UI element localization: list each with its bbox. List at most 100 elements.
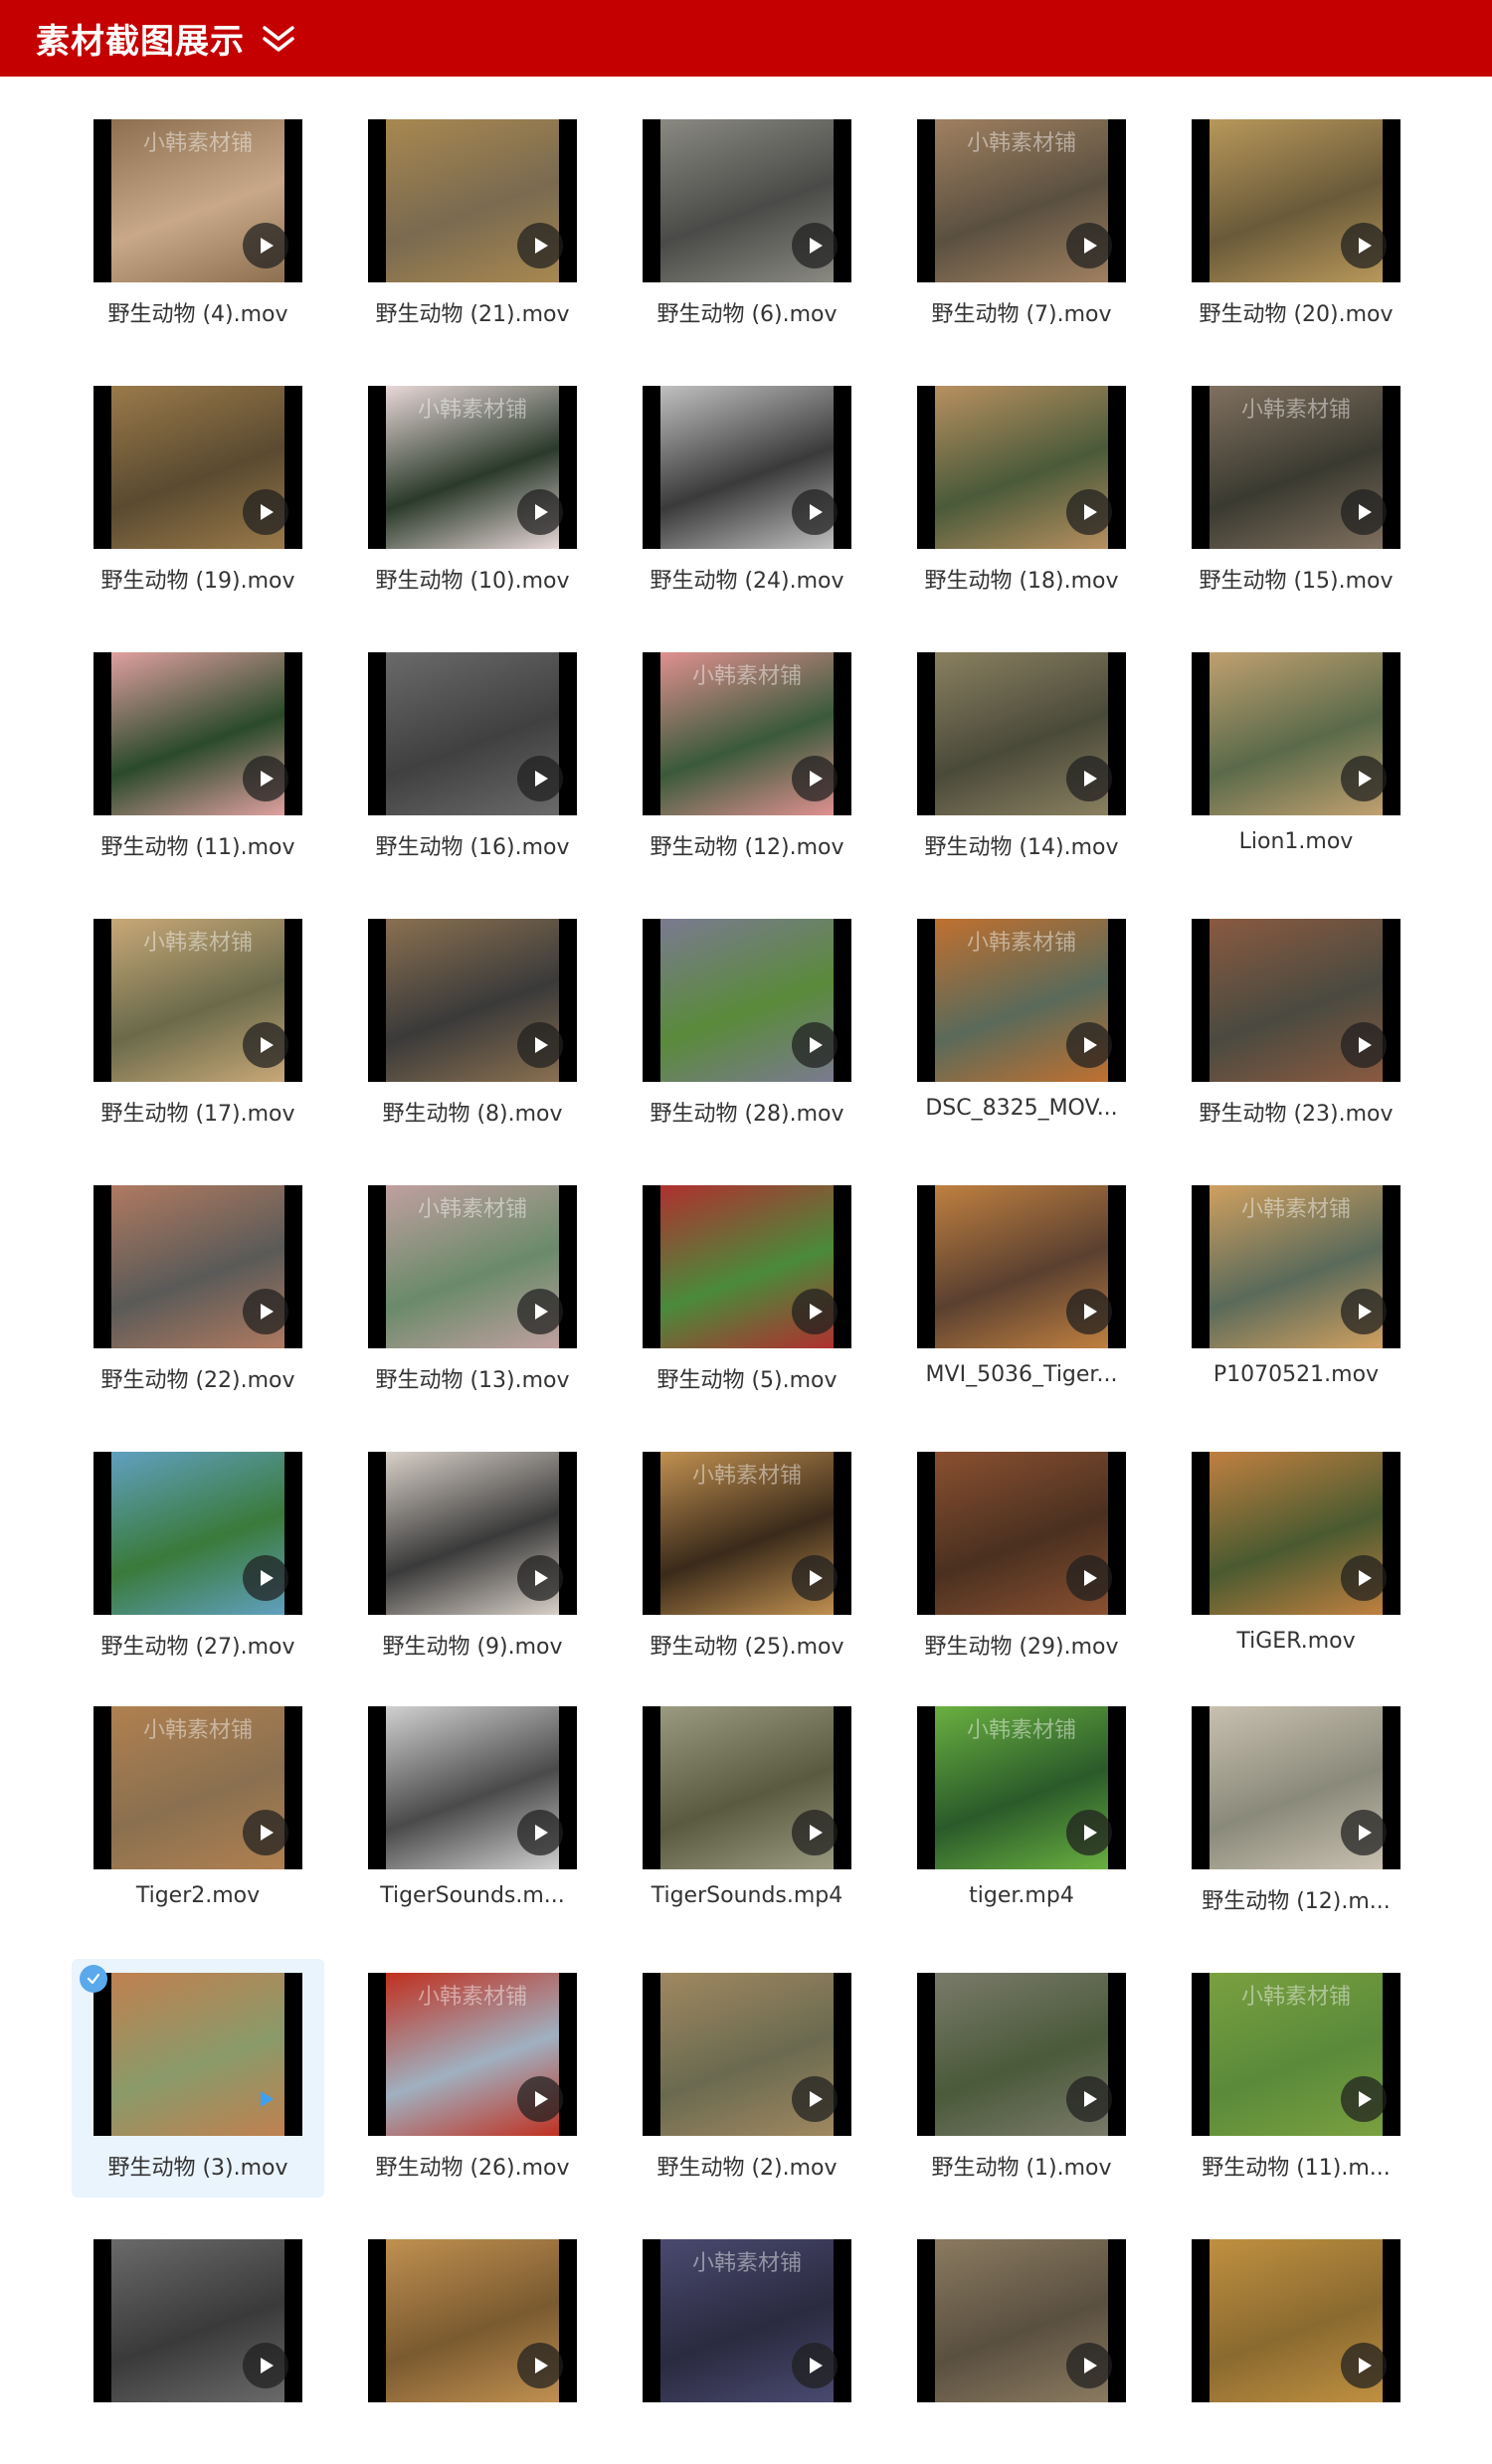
play-icon[interactable] <box>243 1555 288 1601</box>
play-icon[interactable] <box>517 756 563 801</box>
video-thumbnail[interactable] <box>1192 919 1400 1082</box>
media-item[interactable]: 小韩素材铺 P1070521.mov <box>1170 1185 1422 1410</box>
video-thumbnail[interactable] <box>93 1452 302 1615</box>
media-item[interactable]: 小韩素材铺 野生动物 (25).mov <box>621 1452 873 1676</box>
play-icon[interactable] <box>243 2343 288 2388</box>
play-icon[interactable] <box>1066 1022 1112 1068</box>
play-icon[interactable] <box>517 1810 563 1855</box>
video-thumbnail[interactable] <box>643 1973 851 2136</box>
play-icon[interactable] <box>1066 1555 1112 1601</box>
media-item[interactable] <box>72 2239 324 2464</box>
video-thumbnail[interactable]: 小韩素材铺 <box>93 1706 302 1869</box>
video-thumbnail[interactable] <box>368 119 577 282</box>
video-thumbnail[interactable] <box>93 1973 302 2136</box>
video-thumbnail[interactable] <box>1192 119 1400 282</box>
media-item[interactable]: 小韩素材铺 野生动物 (10).mov <box>346 386 599 611</box>
play-icon[interactable] <box>792 1810 838 1855</box>
media-item[interactable]: 小韩素材铺 野生动物 (4).mov <box>72 119 324 344</box>
play-icon[interactable] <box>792 756 838 801</box>
play-icon[interactable] <box>1341 489 1387 535</box>
video-thumbnail[interactable] <box>368 1452 577 1615</box>
video-thumbnail[interactable] <box>368 652 577 815</box>
media-item[interactable]: 野生动物 (23).mov <box>1170 919 1422 1144</box>
media-item[interactable]: 野生动物 (22).mov <box>72 1185 324 1410</box>
video-thumbnail[interactable]: 小韩素材铺 <box>917 119 1126 282</box>
play-icon[interactable] <box>517 1022 563 1068</box>
play-icon[interactable] <box>517 489 563 535</box>
media-item[interactable] <box>346 2239 599 2464</box>
media-item[interactable]: 野生动物 (29).mov <box>895 1452 1148 1676</box>
play-icon[interactable] <box>1066 489 1112 535</box>
media-item[interactable]: 小韩素材铺 <box>621 2239 873 2464</box>
video-thumbnail[interactable]: 小韩素材铺 <box>1192 1185 1400 1348</box>
video-thumbnail[interactable]: 小韩素材铺 <box>93 119 302 282</box>
play-icon[interactable] <box>792 1289 838 1334</box>
play-icon[interactable] <box>517 2343 563 2388</box>
video-thumbnail[interactable] <box>917 1973 1126 2136</box>
video-thumbnail[interactable] <box>643 1706 851 1869</box>
video-thumbnail[interactable] <box>643 119 851 282</box>
media-item[interactable]: 野生动物 (8).mov <box>346 919 599 1144</box>
play-icon[interactable] <box>1341 1289 1387 1334</box>
video-thumbnail[interactable] <box>917 2239 1126 2402</box>
media-item[interactable]: 野生动物 (12).m... <box>1170 1706 1422 1931</box>
play-icon[interactable] <box>1341 1810 1387 1855</box>
media-item[interactable]: 小韩素材铺 野生动物 (17).mov <box>72 919 324 1144</box>
video-thumbnail[interactable] <box>1192 1452 1400 1615</box>
play-icon[interactable] <box>1066 1810 1112 1855</box>
play-icon[interactable] <box>517 223 563 268</box>
video-thumbnail[interactable] <box>93 1185 302 1348</box>
video-thumbnail[interactable] <box>93 386 302 549</box>
play-icon[interactable] <box>1341 2076 1387 2122</box>
video-thumbnail[interactable] <box>917 652 1126 815</box>
video-thumbnail[interactable] <box>917 1185 1126 1348</box>
media-item[interactable]: TiGER.mov <box>1170 1452 1422 1676</box>
play-icon[interactable] <box>792 1555 838 1601</box>
video-thumbnail[interactable] <box>368 2239 577 2402</box>
play-icon[interactable] <box>1066 2076 1112 2122</box>
video-thumbnail[interactable]: 小韩素材铺 <box>643 2239 851 2402</box>
play-icon[interactable] <box>243 1810 288 1855</box>
play-icon[interactable] <box>243 2076 288 2122</box>
media-item[interactable]: MVI_5036_Tiger... <box>895 1185 1148 1410</box>
media-item[interactable]: TigerSounds.mp4 <box>621 1706 873 1931</box>
media-item[interactable]: 小韩素材铺 野生动物 (12).mov <box>621 652 873 877</box>
play-icon[interactable] <box>792 223 838 268</box>
video-thumbnail[interactable] <box>368 919 577 1082</box>
media-item[interactable]: 野生动物 (21).mov <box>346 119 599 344</box>
video-thumbnail[interactable]: 小韩素材铺 <box>1192 386 1400 549</box>
video-thumbnail[interactable]: 小韩素材铺 <box>917 919 1126 1082</box>
video-thumbnail[interactable] <box>917 1452 1126 1615</box>
play-icon[interactable] <box>1066 223 1112 268</box>
media-item[interactable]: 野生动物 (9).mov <box>346 1452 599 1676</box>
media-item[interactable] <box>1170 2239 1422 2464</box>
media-item[interactable]: TigerSounds.m... <box>346 1706 599 1931</box>
play-icon[interactable] <box>1341 756 1387 801</box>
media-item[interactable]: 小韩素材铺 tiger.mp4 <box>895 1706 1148 1931</box>
video-thumbnail[interactable]: 小韩素材铺 <box>917 1706 1126 1869</box>
video-thumbnail[interactable]: 小韩素材铺 <box>368 1973 577 2136</box>
media-item[interactable]: 小韩素材铺 野生动物 (11).m... <box>1170 1973 1422 2198</box>
video-thumbnail[interactable]: 小韩素材铺 <box>643 652 851 815</box>
play-icon[interactable] <box>243 756 288 801</box>
media-item[interactable]: 野生动物 (27).mov <box>72 1452 324 1676</box>
video-thumbnail[interactable]: 小韩素材铺 <box>368 1185 577 1348</box>
play-icon[interactable] <box>1341 223 1387 268</box>
media-item[interactable]: 野生动物 (20).mov <box>1170 119 1422 344</box>
video-thumbnail[interactable]: 小韩素材铺 <box>368 386 577 549</box>
play-icon[interactable] <box>792 489 838 535</box>
video-thumbnail[interactable] <box>93 652 302 815</box>
media-item[interactable]: 野生动物 (16).mov <box>346 652 599 877</box>
video-thumbnail[interactable] <box>643 919 851 1082</box>
media-item[interactable]: 野生动物 (3).mov <box>72 1959 324 2198</box>
play-icon[interactable] <box>792 1022 838 1068</box>
play-icon[interactable] <box>517 2076 563 2122</box>
play-icon[interactable] <box>1341 1555 1387 1601</box>
media-item[interactable]: 野生动物 (5).mov <box>621 1185 873 1410</box>
media-item[interactable]: 野生动物 (6).mov <box>621 119 873 344</box>
media-item[interactable]: Lion1.mov <box>1170 652 1422 877</box>
media-item[interactable]: 小韩素材铺 野生动物 (7).mov <box>895 119 1148 344</box>
media-item[interactable]: 小韩素材铺 Tiger2.mov <box>72 1706 324 1931</box>
play-icon[interactable] <box>1066 2343 1112 2388</box>
video-thumbnail[interactable] <box>368 1706 577 1869</box>
